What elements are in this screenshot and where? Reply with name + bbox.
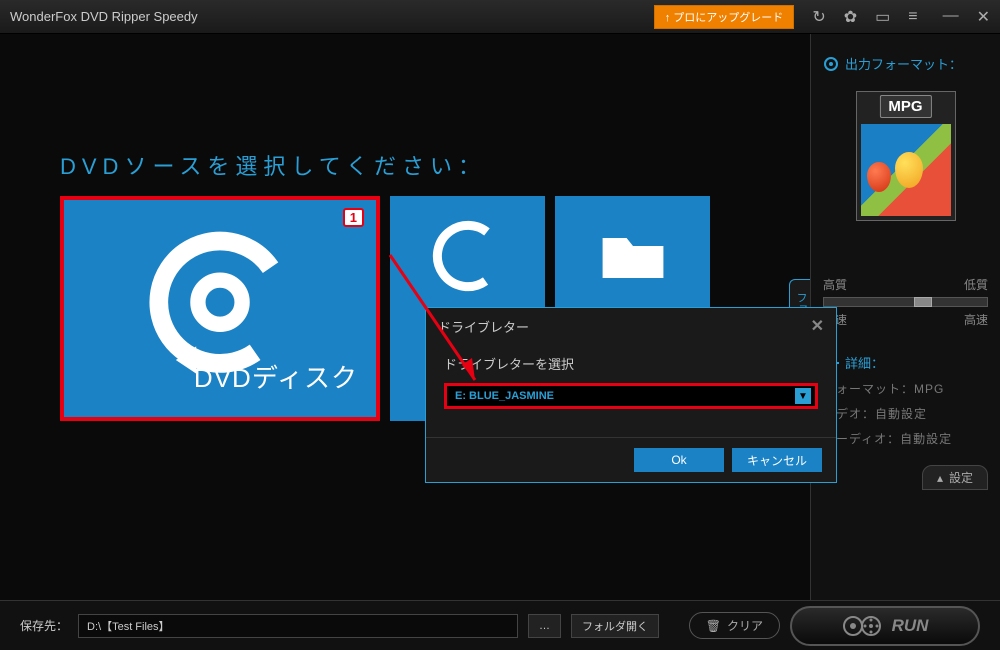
output-path-text: D:\【Test Files】 bbox=[87, 618, 170, 634]
step-badge: 1 bbox=[343, 208, 364, 227]
open-folder-button[interactable]: フォルダ開く bbox=[571, 614, 659, 638]
window-controls: — ✕ bbox=[943, 7, 990, 27]
reel-icon bbox=[842, 615, 882, 637]
quality-labels: 高質 低質 bbox=[823, 276, 988, 293]
clear-button-label: クリア bbox=[727, 617, 763, 634]
settings-button-label: 設定 bbox=[949, 469, 973, 486]
settings-icon[interactable]: ✿ bbox=[844, 7, 857, 27]
footer: 保存先： D:\【Test Files】 … フォルダ開く 🗑 クリア RUN bbox=[0, 600, 1000, 650]
ok-button[interactable]: Ok bbox=[634, 448, 724, 472]
dvd-disc-tile[interactable]: 1 DVDディスク bbox=[60, 196, 380, 421]
output-format-heading: 出力フォーマット： bbox=[823, 54, 988, 73]
dialog-close-icon[interactable]: ✕ bbox=[811, 316, 824, 336]
clear-button[interactable]: 🗑 クリア bbox=[689, 612, 780, 639]
refresh-icon[interactable]: ↻ bbox=[812, 7, 825, 27]
speed-high-label: 高速 bbox=[964, 311, 988, 328]
iso-icon bbox=[423, 211, 513, 301]
subtitle-icon[interactable]: ▭ bbox=[875, 7, 890, 27]
dialog-title-text: ドライブレター bbox=[438, 317, 529, 336]
run-button[interactable]: RUN bbox=[790, 606, 980, 646]
quality-low-label: 低質 bbox=[964, 276, 988, 293]
dvd-disc-label: DVDディスク bbox=[194, 358, 358, 395]
quality-slider[interactable] bbox=[823, 297, 988, 307]
slider-section: 高質 低質 低速 高速 bbox=[823, 276, 988, 328]
format-art bbox=[861, 124, 951, 216]
format-thumbnail[interactable]: MPG bbox=[856, 91, 956, 221]
sidebar: 出力フォーマット： MPG 高質 低質 低速 高速 詳細： フォーマット：MPG… bbox=[810, 34, 1000, 600]
menu-icon[interactable]: ≡ bbox=[908, 8, 917, 26]
dialog-body-label: ドライブレターを選択 bbox=[444, 354, 818, 373]
titlebar-icon-group: ↻ ✿ ▭ ≡ bbox=[812, 7, 917, 27]
detail-audio: オーディオ：自動設定 bbox=[823, 430, 988, 447]
browse-button[interactable]: … bbox=[528, 614, 561, 638]
speed-labels: 低速 高速 bbox=[823, 311, 988, 328]
quality-high-label: 高質 bbox=[823, 276, 847, 293]
dialog-body: ドライブレターを選択 E: BLUE_JASMINE ▼ bbox=[426, 344, 836, 437]
detail-format: フォーマット：MPG bbox=[823, 380, 988, 397]
dialog-footer: Ok キャンセル bbox=[426, 437, 836, 482]
trash-icon: 🗑 bbox=[706, 619, 721, 633]
detail-video: ビデオ：自動設定 bbox=[823, 405, 988, 422]
app-title: WonderFox DVD Ripper Speedy bbox=[10, 9, 654, 24]
dialog-titlebar: ドライブレター ✕ bbox=[426, 308, 836, 344]
output-format-text: 出力フォーマット： bbox=[845, 54, 962, 73]
save-to-label: 保存先： bbox=[20, 617, 68, 634]
close-icon[interactable]: ✕ bbox=[977, 7, 990, 27]
upgrade-button[interactable]: ↑ プロにアップグレード bbox=[654, 5, 795, 29]
format-gear-icon bbox=[823, 56, 839, 72]
drive-letter-value: E: BLUE_JASMINE bbox=[455, 390, 795, 402]
details-heading: 詳細： bbox=[823, 353, 988, 372]
run-button-label: RUN bbox=[892, 616, 929, 636]
folder-icon bbox=[593, 214, 673, 294]
chevron-up-icon: ▴ bbox=[937, 471, 943, 485]
minimize-icon[interactable]: — bbox=[943, 7, 959, 27]
settings-button[interactable]: ▴ 設定 bbox=[922, 465, 988, 490]
format-code-label: MPG bbox=[879, 95, 931, 118]
chevron-down-icon: ▼ bbox=[795, 388, 811, 404]
titlebar: WonderFox DVD Ripper Speedy ↑ プロにアップグレード… bbox=[0, 0, 1000, 34]
details-heading-text: 詳細： bbox=[845, 353, 884, 372]
cancel-button[interactable]: キャンセル bbox=[732, 448, 822, 472]
quality-slider-thumb[interactable] bbox=[914, 297, 932, 307]
output-path-field[interactable]: D:\【Test Files】 bbox=[78, 614, 518, 638]
drive-letter-select[interactable]: E: BLUE_JASMINE ▼ bbox=[444, 383, 818, 409]
drive-letter-dialog: ドライブレター ✕ ドライブレターを選択 E: BLUE_JASMINE ▼ O… bbox=[425, 307, 837, 483]
source-heading: DVDソースを選択してください： bbox=[60, 149, 750, 181]
